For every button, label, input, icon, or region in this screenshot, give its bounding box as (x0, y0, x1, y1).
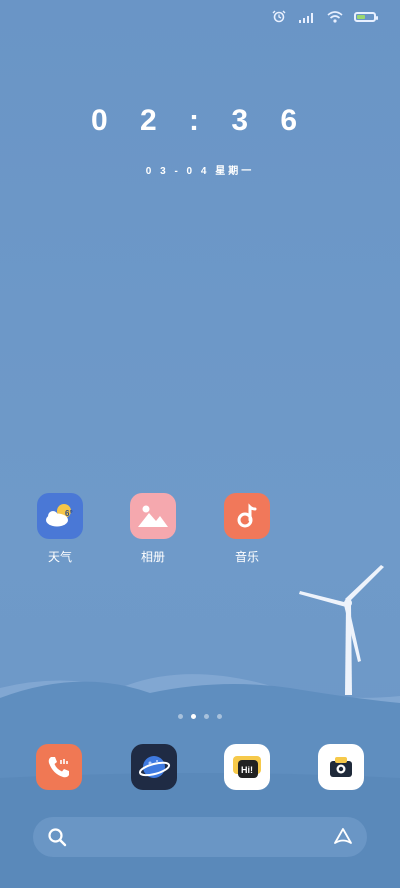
app-music[interactable]: 音乐 (215, 493, 279, 565)
search-input[interactable] (77, 825, 323, 851)
battery-level (357, 15, 366, 19)
app-label-music: 音乐 (234, 550, 259, 564)
clock-date: 0 3 - 0 4 星期一 (145, 166, 255, 177)
browser-icon (138, 756, 171, 778)
status-bar (270, 8, 378, 26)
page-dot[interactable] (178, 714, 183, 719)
weather-temp: 6° (65, 509, 73, 518)
page-indicator[interactable] (0, 714, 400, 719)
app-weather[interactable]: 6° 天气 (28, 493, 92, 565)
gallery-icon (130, 493, 176, 539)
weather-icon: 6° (37, 493, 83, 539)
search-icon (48, 828, 67, 847)
home-screen: 0 2 : 3 6 0 3 - 0 4 星期一 6° 天气 相册 音乐 Hi! (0, 0, 400, 888)
music-icon (224, 493, 270, 539)
signal-icon (299, 13, 313, 23)
phone-icon (48, 757, 69, 778)
chat-text: Hi! (241, 765, 253, 775)
page-dot-active[interactable] (191, 714, 196, 719)
app-label-weather: 天气 (47, 550, 72, 564)
chat-icon: Hi! (233, 756, 261, 778)
dock-camera[interactable] (318, 744, 364, 790)
page-dot[interactable] (204, 714, 209, 719)
battery-icon (354, 12, 378, 22)
dock-browser[interactable] (131, 744, 177, 790)
alarm-icon (272, 10, 286, 23)
search-bar[interactable] (33, 817, 367, 857)
dock-chat[interactable]: Hi! (224, 744, 270, 790)
camera-icon (330, 757, 352, 777)
wifi-icon (327, 11, 343, 23)
clock-time[interactable]: 0 2 : 3 6 (0, 104, 400, 138)
app-label-gallery: 相册 (140, 550, 165, 564)
assistant-icon[interactable] (333, 827, 353, 847)
page-dot[interactable] (217, 714, 222, 719)
app-gallery[interactable]: 相册 (121, 493, 185, 565)
dock-phone[interactable] (36, 744, 82, 790)
